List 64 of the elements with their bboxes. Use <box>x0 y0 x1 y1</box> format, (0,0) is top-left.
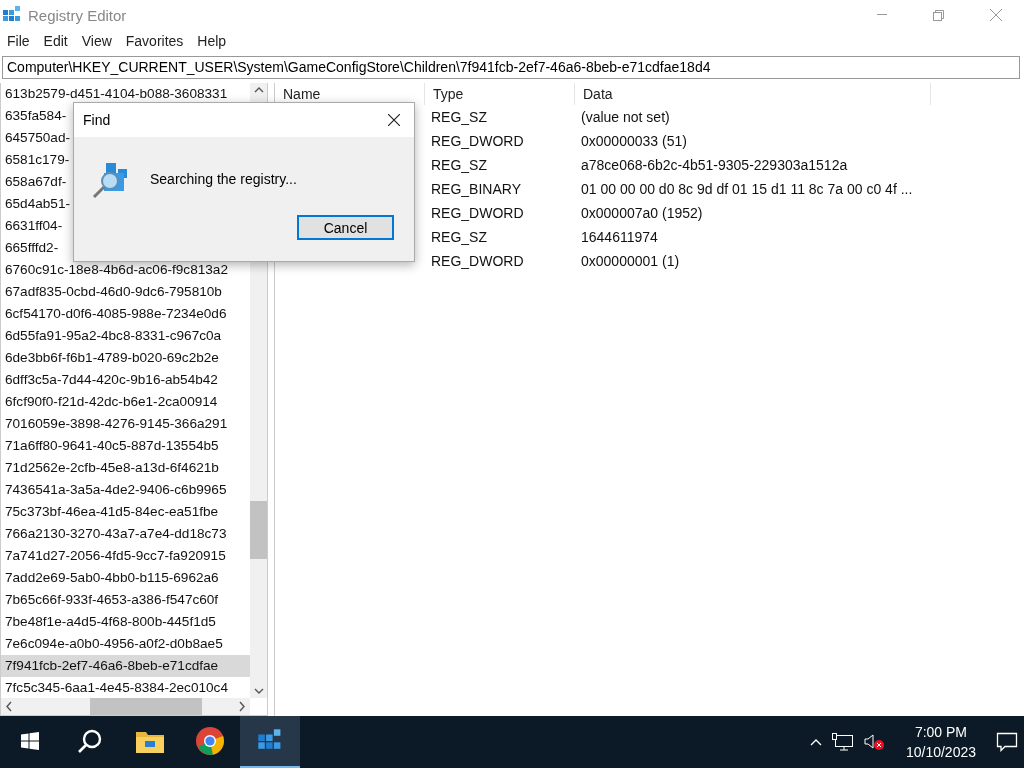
column-header[interactable]: Data <box>575 83 931 105</box>
table-cell-text: REG_SZ <box>430 229 488 245</box>
menu-item[interactable]: Favorites <box>118 30 191 52</box>
menu-item[interactable]: File <box>0 30 37 52</box>
table-cell-text: REG_DWORD <box>430 253 525 269</box>
tree-item[interactable]: 6de3bb6f-f6b1-4789-b020-69c2b2e <box>1 347 250 369</box>
table-cell-text: 0x000007a0 (1952) <box>580 205 704 221</box>
address-bar[interactable]: Computer\HKEY_CURRENT_USER\System\GameConfigStore\Children\7f941fcb-2ef7-46a6-8beb-e71cdfae18d4 <box>2 56 1020 79</box>
network-icon[interactable] <box>831 733 854 751</box>
tree-item[interactable]: 75c373bf-46ea-41d5-84ec-ea51fbe <box>1 501 250 523</box>
table-cell-text: 0x00000033 (51) <box>580 133 688 149</box>
tree-item[interactable]: 6d55fa91-95a2-4bc8-8331-c967c0a <box>1 325 250 347</box>
window-title: Registry Editor <box>28 6 127 24</box>
minimize-icon[interactable] <box>876 14 887 16</box>
dialog-title: Find <box>83 112 111 128</box>
tree-item[interactable]: 6cf54170-d0f6-4085-988e-7234e0d6 <box>1 303 250 325</box>
table-cell-text: 01 00 00 00 d0 8c 9d df 01 15 d1 11 8c 7a 00 c0 4f ... <box>580 181 914 197</box>
cancel-button[interactable]: Cancel <box>297 215 394 240</box>
restore-icon[interactable] <box>933 9 944 21</box>
table-cell-text: 0x00000001 (1) <box>580 253 681 269</box>
tree-item[interactable]: 7add2e69-5ab0-4bb0-b115-6962a6 <box>1 567 250 589</box>
scrollbar-thumb[interactable] <box>250 501 267 559</box>
tree-item[interactable]: 71a6ff80-9641-40c5-887d-13554b5 <box>1 435 250 457</box>
tree-item[interactable]: 67adf835-0cbd-46d0-9dc6-795810b <box>1 281 250 303</box>
clock-date[interactable]: 10/10/2023 <box>905 742 976 762</box>
tree-item[interactable]: 766a2130-3270-43a7-a7e4-dd18c73 <box>1 523 250 545</box>
folder-icon[interactable] <box>136 729 164 753</box>
chevron-up-icon[interactable] <box>809 738 822 746</box>
tree-item[interactable]: 7be48f1e-a4d5-4f68-800b-445f1d5 <box>1 611 250 633</box>
table-cell-text: REG_DWORD <box>430 133 525 149</box>
tree-item[interactable]: 7e6c094e-a0b0-4956-a0f2-d0b8ae5 <box>1 633 250 655</box>
tree-item[interactable]: 7fc5c345-6aa1-4e45-8384-2ec010c4 <box>1 677 250 698</box>
menu-item[interactable]: Edit <box>36 30 75 52</box>
tree-item[interactable]: 6760c91c-18e8-4b6d-ac06-f9c813a2 <box>1 259 250 281</box>
tree-item[interactable]: 7f941fcb-2ef7-46a6-8beb-e71cdfae <box>1 655 250 677</box>
menu-item[interactable]: View <box>74 30 119 52</box>
table-cell-text: REG_BINARY <box>430 181 522 197</box>
status-message: Searching the registry... <box>150 171 297 187</box>
table-cell-text: 1644611974 <box>580 229 659 245</box>
tree-item[interactable]: 6dff3c5a-7d44-420c-9b16-ab54b42 <box>1 369 250 391</box>
volume-muted-icon[interactable] <box>863 733 886 751</box>
tree-item[interactable]: 7436541a-3a5a-4de2-9406-c6b9965 <box>1 479 250 501</box>
search-icon[interactable] <box>77 728 103 754</box>
table-cell-text: REG_SZ <box>430 157 488 173</box>
tree-item[interactable]: 613b2579-d451-4104-b088-3608331 <box>1 83 250 105</box>
browser-icon[interactable] <box>196 727 224 755</box>
notification-icon[interactable] <box>996 732 1018 752</box>
taskbar-button[interactable] <box>240 716 300 768</box>
menu-item[interactable]: Help <box>190 30 234 52</box>
column-header[interactable]: Type <box>425 83 575 105</box>
windows-icon[interactable] <box>21 732 39 750</box>
close-icon[interactable] <box>388 114 400 126</box>
clock-time[interactable]: 7:00 PM <box>914 722 968 742</box>
tree-item[interactable]: 7016059e-3898-4276-9145-366a291 <box>1 413 250 435</box>
table-cell-text: REG_SZ <box>430 109 488 125</box>
table-cell-text: (value not set) <box>580 109 671 125</box>
scrollbar-thumb[interactable] <box>90 698 202 715</box>
tree-item[interactable]: 71d2562e-2cfb-45e8-a13d-6f4621b <box>1 457 250 479</box>
tree-item[interactable]: 7a741d27-2056-4fd5-9cc7-fa920915 <box>1 545 250 567</box>
table-cell-text: a78ce068-6b2c-4b51-9305-229303a1512a <box>580 157 849 173</box>
horizontal-scrollbar[interactable] <box>1 698 250 715</box>
tree-item[interactable]: 7b65c66f-933f-4653-a386-f547c60f <box>1 589 250 611</box>
table-cell-text: REG_DWORD <box>430 205 525 221</box>
tree-item[interactable]: 6fcf90f0-f21d-42dc-b6e1-2ca00914 <box>1 391 250 413</box>
